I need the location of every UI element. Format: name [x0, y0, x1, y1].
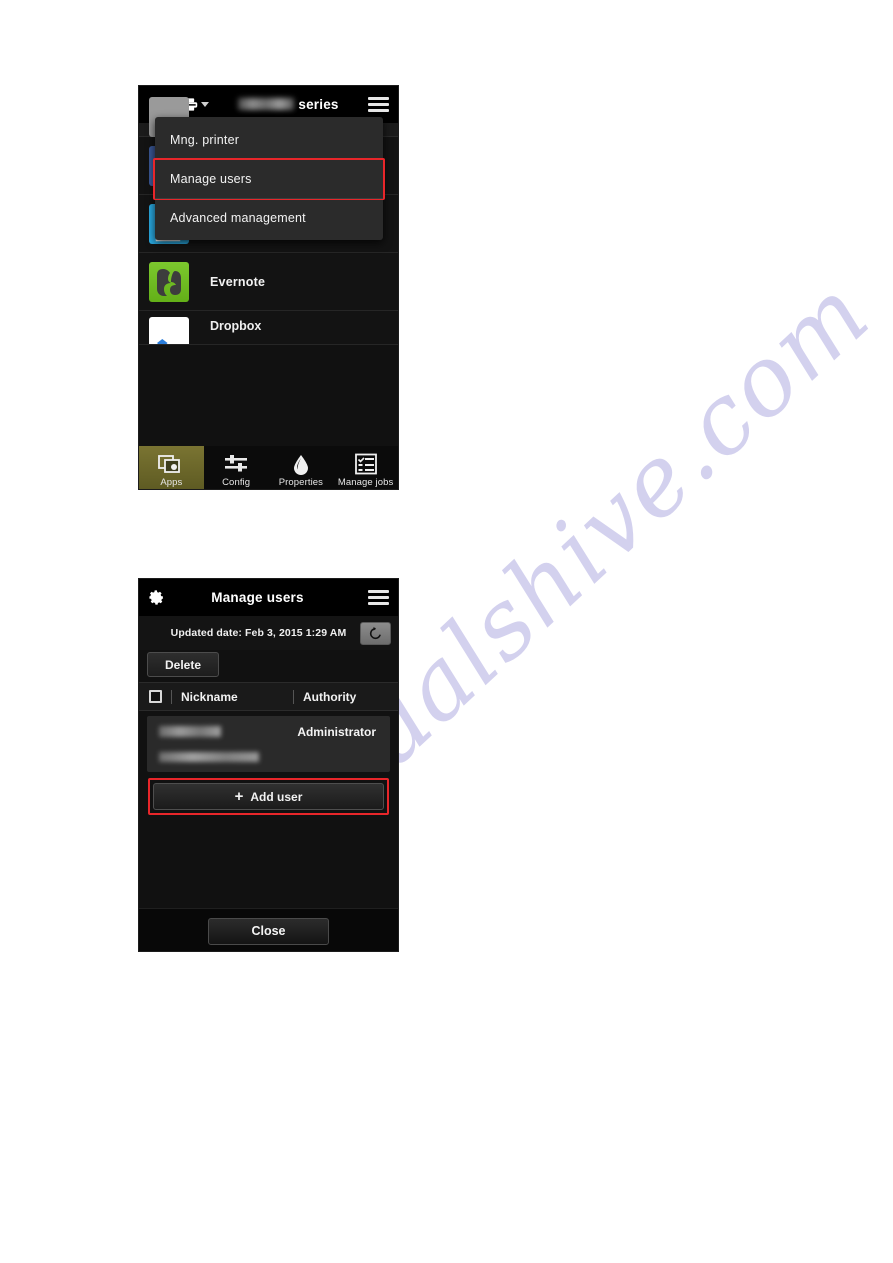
refresh-button[interactable] [360, 621, 391, 645]
document-page: manualshive.com series f Evernote Dropbo… [0, 0, 893, 1263]
page-title: series [209, 97, 368, 112]
table-row[interactable]: Administrator [147, 716, 390, 772]
evernote-icon [149, 261, 189, 302]
tab-manage-jobs[interactable]: Manage jobs [333, 446, 398, 489]
close-button[interactable]: Close [208, 917, 329, 945]
checklist-icon [353, 453, 379, 475]
apps-icon [158, 453, 184, 475]
manage-users-footer: Close [139, 908, 398, 951]
tab-apps[interactable]: Apps [139, 446, 204, 489]
updated-date-row: Updated date: Feb 3, 2015 1:29 AM [139, 616, 398, 650]
hamburger-menu-icon[interactable] [368, 94, 389, 116]
hamburger-menu-icon[interactable] [368, 587, 389, 609]
add-user-highlight: + Add user [148, 778, 389, 815]
bottom-tab-bar: Apps Config Properties Manage jobs [139, 446, 398, 489]
menu-item-advanced-management[interactable]: Advanced management [155, 198, 383, 237]
users-top-bar: Manage users [139, 579, 398, 616]
chevron-down-icon[interactable] [201, 102, 209, 107]
printer-series-label: series [298, 97, 339, 112]
users-table-header: Nickname Authority [139, 682, 398, 711]
plus-icon: + [234, 788, 244, 805]
list-item[interactable]: Evernote [139, 253, 398, 311]
page-title: Manage users [211, 590, 304, 605]
menu-item-label: Manage users [170, 172, 252, 186]
tab-label: Apps [160, 477, 183, 488]
tab-properties[interactable]: Properties [269, 446, 334, 489]
list-item[interactable]: Dropbox [139, 311, 398, 345]
user-email-redacted [159, 752, 259, 762]
ink-drop-icon [288, 453, 314, 475]
updated-date-label: Updated date: Feb 3, 2015 1:29 AM [170, 627, 347, 639]
list-item-label: Dropbox [210, 319, 262, 333]
printer-apps-screen: series Facebook [138, 85, 399, 490]
column-header-authority: Authority [293, 689, 398, 704]
manage-users-screen: Manage users Updated date: Feb 3, 2015 1… [138, 578, 399, 952]
tab-label: Config [222, 477, 251, 488]
dropbox-icon [149, 317, 189, 344]
settings-dropdown-menu: Mng. printer Manage users Advanced manag… [153, 117, 385, 240]
delete-row: Delete [139, 650, 398, 682]
tab-label: Manage jobs [337, 477, 394, 488]
menu-item-label: Mng. printer [170, 132, 240, 147]
user-nickname-redacted [159, 726, 221, 737]
user-authority-label: Administrator [297, 725, 376, 739]
list-item-label: Evernote [210, 274, 266, 289]
sliders-icon [223, 453, 249, 475]
tab-label: Properties [278, 477, 324, 488]
column-header-nickname: Nickname [171, 689, 293, 704]
tab-config[interactable]: Config [204, 446, 269, 489]
add-user-button[interactable]: + Add user [153, 783, 384, 810]
menu-item-label: Advanced management [170, 211, 306, 225]
menu-item-mng-printer[interactable]: Mng. printer [155, 120, 383, 159]
menu-item-manage-users[interactable]: Manage users [153, 158, 385, 200]
select-all-checkbox[interactable] [149, 690, 162, 703]
manage-users-body: Updated date: Feb 3, 2015 1:29 AM Delete… [139, 616, 398, 951]
delete-button[interactable]: Delete [147, 652, 220, 677]
add-user-label: Add user [250, 789, 303, 804]
printer-model-redacted [238, 98, 295, 110]
gear-icon[interactable] [148, 589, 165, 606]
